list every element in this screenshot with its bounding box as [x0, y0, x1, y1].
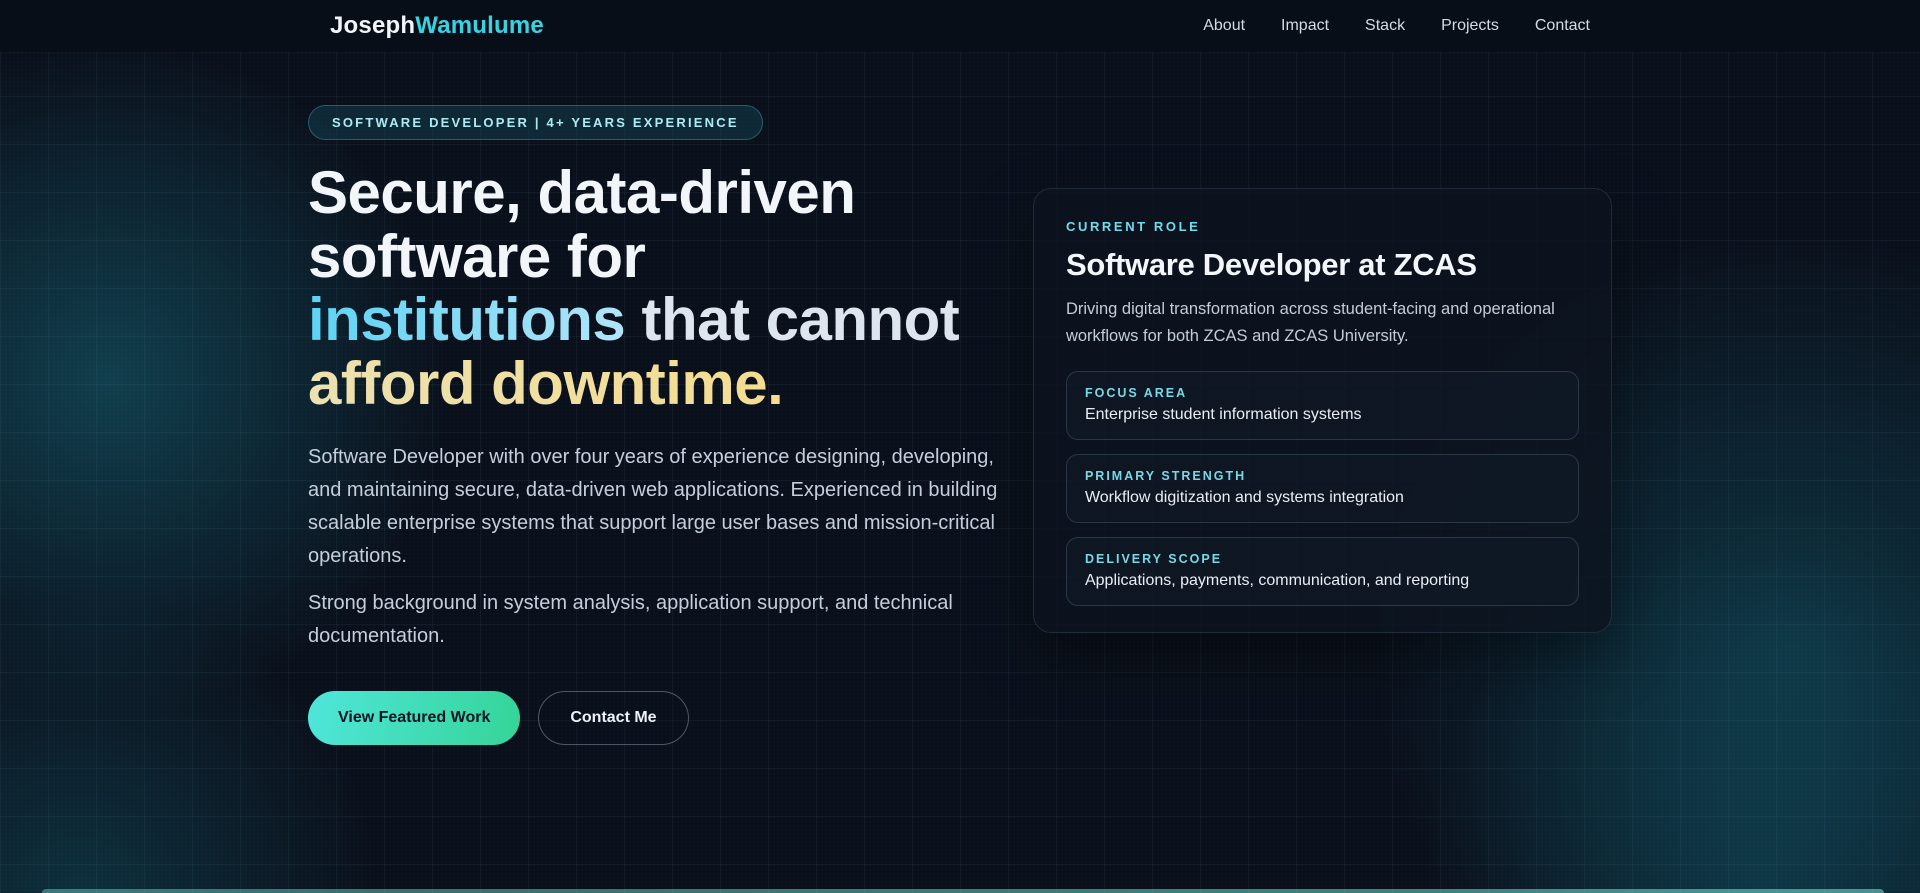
top-nav: JosephWamulume About Impact Stack Projec…	[0, 0, 1920, 53]
role-item-value: Applications, payments, communication, a…	[1084, 572, 1470, 590]
hero-left-column: SOFTWARE DEVELOPER | 4+ YEARS EXPERIENCE…	[308, 105, 1033, 746]
nav-item-about[interactable]: About	[1203, 17, 1245, 35]
experience-badge: SOFTWARE DEVELOPER | 4+ YEARS EXPERIENCE	[308, 105, 763, 140]
role-item-value: Enterprise student information systems	[1084, 406, 1362, 424]
logo-last-name: Wamulume	[415, 12, 544, 39]
heading-line1: Secure, data-driven	[308, 159, 856, 226]
heading-line3-rest: that cannot	[625, 286, 960, 354]
section-divider	[42, 889, 1884, 893]
heading-highlight-downtime: afford downtime.	[308, 349, 784, 417]
page: JosephWamulume About Impact Stack Projec…	[0, 0, 1920, 893]
role-item-primary-strength: PRIMARY STRENGTH Workflow digitization a…	[1065, 454, 1579, 524]
nav-item-projects[interactable]: Projects	[1441, 17, 1499, 35]
current-role-eyebrow: CURRENT ROLE	[1065, 219, 1201, 234]
current-role-card: CURRENT ROLE Software Developer at ZCAS …	[1032, 188, 1612, 634]
nav-inner: JosephWamulume About Impact Stack Projec…	[308, 12, 1612, 40]
role-item-focus-area: FOCUS AREA Enterprise student informatio…	[1065, 371, 1579, 441]
nav-links: About Impact Stack Projects Contact	[1203, 17, 1590, 35]
role-item-delivery-scope: DELIVERY SCOPE Applications, payments, c…	[1065, 537, 1579, 607]
role-item-label: DELIVERY SCOPE	[1084, 552, 1223, 567]
nav-item-stack[interactable]: Stack	[1365, 17, 1405, 35]
cta-row: View Featured Work Contact Me	[308, 691, 1033, 746]
hero-paragraph-1: Software Developer with over four years …	[308, 446, 998, 568]
hero-paragraph-2: Strong background in system analysis, ap…	[308, 592, 953, 648]
role-item-label: FOCUS AREA	[1084, 386, 1188, 401]
role-item-value: Workflow digitization and systems integr…	[1084, 489, 1404, 507]
nav-item-contact[interactable]: Contact	[1535, 17, 1590, 35]
current-role-title: Software Developer at ZCAS	[1065, 247, 1477, 282]
heading-highlight-institutions: institutions	[308, 286, 626, 354]
contact-me-button[interactable]: Contact Me	[538, 691, 689, 746]
heading-line2: software for	[308, 222, 646, 290]
hero-heading: Secure, data-driven software for instituti…	[308, 161, 1033, 415]
role-item-label: PRIMARY STRENGTH	[1084, 469, 1247, 484]
nav-item-impact[interactable]: Impact	[1281, 17, 1329, 35]
view-featured-work-button[interactable]: View Featured Work	[308, 691, 521, 746]
logo[interactable]: JosephWamulume	[330, 12, 544, 40]
current-role-description: Driving digital transformation across st…	[1065, 300, 1555, 345]
hero-section: SOFTWARE DEVELOPER | 4+ YEARS EXPERIENCE…	[308, 53, 1612, 746]
logo-first-name: Joseph	[330, 12, 416, 39]
